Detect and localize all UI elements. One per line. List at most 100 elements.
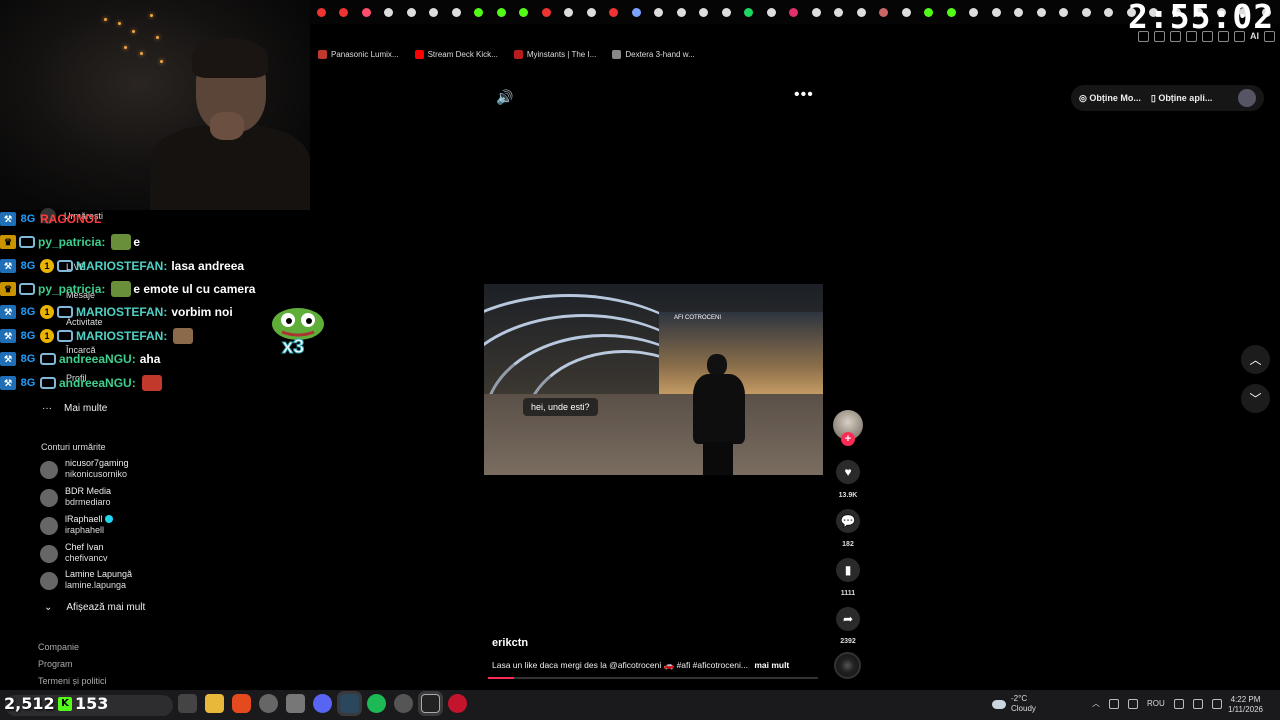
following-account[interactable]: nicusor7gaming nikonicusorniko [40, 458, 240, 482]
file-explorer-icon[interactable] [205, 694, 224, 713]
chat-message: ⚒ 8G RAGONOL [0, 209, 105, 229]
video-progress-bar[interactable] [488, 677, 818, 679]
opera-icon[interactable] [448, 694, 467, 713]
pinned-tab-favicon-icon[interactable] [1053, 4, 1076, 20]
pinned-tab-favicon-icon[interactable] [558, 4, 581, 20]
like-heart-icon[interactable]: ♥ [836, 460, 860, 484]
weather-widget[interactable]: -2°C Cloudy [992, 694, 1036, 714]
nav-more[interactable]: ··· Mai multe [42, 403, 107, 414]
tray-chevron-up-icon[interactable]: ︿ [1092, 698, 1100, 709]
get-app-button[interactable]: ▯ Obține apli... [1151, 93, 1212, 104]
bookmark-item[interactable]: Panasonic Lumix... [318, 50, 399, 59]
pinned-tab-favicon-icon[interactable] [873, 4, 896, 20]
pinned-tab-favicon-icon[interactable] [805, 4, 828, 20]
pinned-tab-favicon-icon[interactable] [468, 4, 491, 20]
steam-icon[interactable] [340, 694, 359, 713]
pinned-tab-favicon-icon[interactable] [310, 4, 333, 20]
following-account[interactable]: lRaphaell iraphahell [40, 514, 240, 538]
network-icon[interactable] [1173, 698, 1184, 709]
pinned-tab-favicon-icon[interactable] [648, 4, 671, 20]
footer-terms[interactable]: Termeni și politici [38, 676, 107, 686]
pinned-tab-favicon-icon[interactable] [580, 4, 603, 20]
discord-icon[interactable] [313, 694, 332, 713]
pinned-tab-favicon-icon[interactable] [490, 4, 513, 20]
pinned-tab-favicon-icon[interactable] [918, 4, 941, 20]
task-view-icon[interactable] [178, 694, 197, 713]
chat-username[interactable]: andreeaNGU: [59, 376, 136, 390]
pinned-tab-favicon-icon[interactable] [423, 4, 446, 20]
battery-icon[interactable] [1211, 698, 1222, 709]
chat-username[interactable]: andreeaNGU: [59, 352, 136, 366]
pinned-tab-favicon-icon[interactable] [1098, 4, 1121, 20]
video-player[interactable]: AFI COTROCENI hei, unde esti? [484, 284, 823, 475]
pinned-tab-favicon-icon[interactable] [963, 4, 986, 20]
pinned-tab-favicon-icon[interactable] [760, 4, 783, 20]
store-icon[interactable] [286, 694, 305, 713]
description-more-link[interactable]: mai mult [754, 660, 789, 670]
bookmark-item[interactable]: Stream Deck Kick... [414, 50, 498, 59]
chat-username[interactable]: py_patricia: [38, 235, 105, 249]
spotify-icon[interactable] [367, 694, 386, 713]
music-disc-icon[interactable] [834, 652, 861, 679]
taskbar-clock[interactable]: 4:22 PM 1/11/2026 [1228, 695, 1263, 715]
volume-icon[interactable]: 🔊 [496, 89, 513, 105]
comment-icon[interactable]: 💬 [836, 509, 860, 533]
footer-program[interactable]: Program [38, 659, 73, 669]
pinned-tab-favicon-icon[interactable] [670, 4, 693, 20]
following-account[interactable]: Lamine Lapungă lamine.lapunga [40, 569, 240, 593]
get-mode-button[interactable]: ◎ Obține Mo... [1079, 93, 1141, 104]
pinned-tab-favicon-icon[interactable] [355, 4, 378, 20]
next-video-chevron-down-icon[interactable]: ﹀ [1241, 384, 1270, 413]
epic-games-icon[interactable] [421, 694, 440, 713]
pinned-tab-favicon-icon[interactable] [895, 4, 918, 20]
pinned-tab-favicon-icon[interactable] [1075, 4, 1098, 20]
bookmark-item[interactable]: Dextera 3-hand w... [612, 50, 695, 59]
pinned-tab-favicon-icon[interactable] [1008, 4, 1031, 20]
pinned-tab-favicon-icon[interactable] [400, 4, 423, 20]
follow-plus-icon[interactable]: + [841, 432, 855, 446]
pinned-tab-favicon-icon[interactable] [625, 4, 648, 20]
settings-gear-icon[interactable] [259, 694, 278, 713]
volume-tray-icon[interactable] [1192, 698, 1203, 709]
man-legs [703, 442, 733, 475]
chat-username[interactable]: py_patricia: [38, 282, 105, 296]
video-author[interactable]: erikctn [492, 637, 528, 649]
following-account[interactable]: Chef Ivan chefivancv [40, 542, 240, 566]
pinned-tab-favicon-icon[interactable] [783, 4, 806, 20]
pepe-multiplier: x3 [282, 336, 304, 356]
profile-avatar[interactable] [1238, 89, 1256, 107]
pinned-tab-favicon-icon[interactable] [693, 4, 716, 20]
pinned-tab-favicon-icon[interactable] [738, 4, 761, 20]
chat-username[interactable]: RAGONOL [40, 212, 101, 226]
pinned-tab-favicon-icon[interactable] [603, 4, 626, 20]
pinned-tab-favicon-icon[interactable] [513, 4, 536, 20]
chat-username[interactable]: MARIOSTEFAN: [76, 305, 167, 319]
obs-icon[interactable] [394, 694, 413, 713]
language-indicator[interactable]: ROU [1147, 699, 1165, 708]
pinned-tab-favicon-icon[interactable] [333, 4, 356, 20]
pinned-tab-favicon-icon[interactable] [535, 4, 558, 20]
pinned-tab-favicon-icon[interactable] [828, 4, 851, 20]
sync-icon[interactable] [1109, 698, 1119, 709]
share-icon[interactable]: ➦ [836, 607, 860, 631]
brave-browser-icon[interactable] [232, 694, 251, 713]
pinned-tab-favicon-icon[interactable] [940, 4, 963, 20]
pinned-tab-favicon-icon[interactable] [378, 4, 401, 20]
chat-username[interactable]: MARIOSTEFAN: [76, 329, 167, 343]
chat-username[interactable]: MARIOSTEFAN: [76, 259, 167, 273]
more-options-icon[interactable]: ••• [794, 86, 814, 104]
pinned-tab-favicon-icon[interactable] [445, 4, 468, 20]
pinned-tab-favicon-icon[interactable] [715, 4, 738, 20]
chat-text: aha [139, 352, 161, 366]
show-more-button[interactable]: ⌄ Afișează mai mult [44, 602, 145, 613]
bookmark-icon[interactable]: ▮ [836, 558, 860, 582]
previous-video-chevron-up-icon[interactable]: ︿ [1241, 345, 1270, 374]
pinned-tab-favicon-icon[interactable] [985, 4, 1008, 20]
pinned-tab-favicon-icon[interactable] [1030, 4, 1053, 20]
microphone-icon[interactable] [1128, 698, 1138, 709]
footer-company[interactable]: Companie [38, 642, 79, 652]
bookmark-item[interactable]: Myinstants | The I... [513, 50, 596, 59]
pinned-tab-favicon-icon[interactable] [850, 4, 873, 20]
man-head [707, 354, 727, 376]
following-account[interactable]: BDR Media bdrmediaro [40, 486, 240, 510]
